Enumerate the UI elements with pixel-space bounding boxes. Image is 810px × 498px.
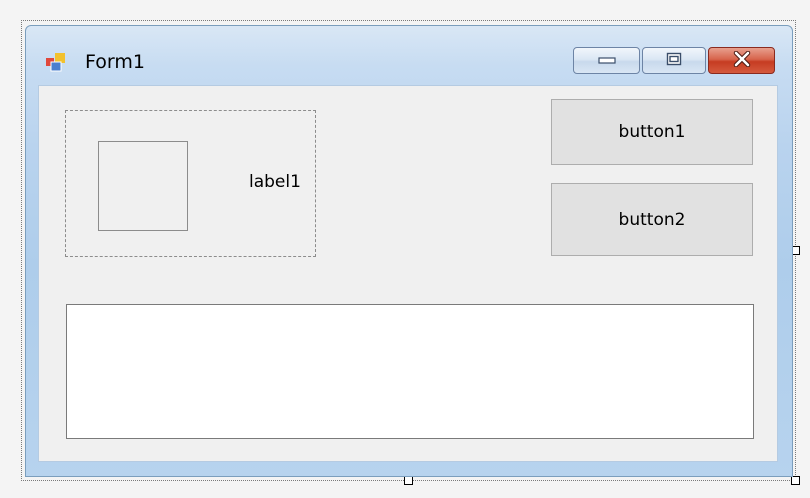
panel-container[interactable]: label1 (65, 110, 316, 257)
form-icon (46, 52, 66, 72)
maximize-icon (666, 51, 682, 70)
form-client-area: label1 button1 button2 (38, 85, 778, 462)
title-bar[interactable]: Form1 (26, 26, 792, 86)
label1: label1 (249, 172, 301, 192)
close-button[interactable] (708, 47, 775, 74)
text-box[interactable] (66, 304, 754, 439)
resize-handle-corner[interactable] (791, 476, 800, 485)
minimize-icon (597, 51, 616, 70)
picture-box[interactable] (98, 141, 188, 231)
button2[interactable]: button2 (551, 183, 753, 256)
resize-handle-bottom[interactable] (404, 476, 413, 485)
close-icon (733, 50, 751, 71)
window-title: Form1 (85, 51, 145, 73)
minimize-button[interactable] (573, 47, 640, 74)
maximize-button[interactable] (642, 47, 706, 74)
form-window: Form1 label1 button1 button2 (25, 25, 793, 477)
button1[interactable]: button1 (551, 99, 753, 165)
